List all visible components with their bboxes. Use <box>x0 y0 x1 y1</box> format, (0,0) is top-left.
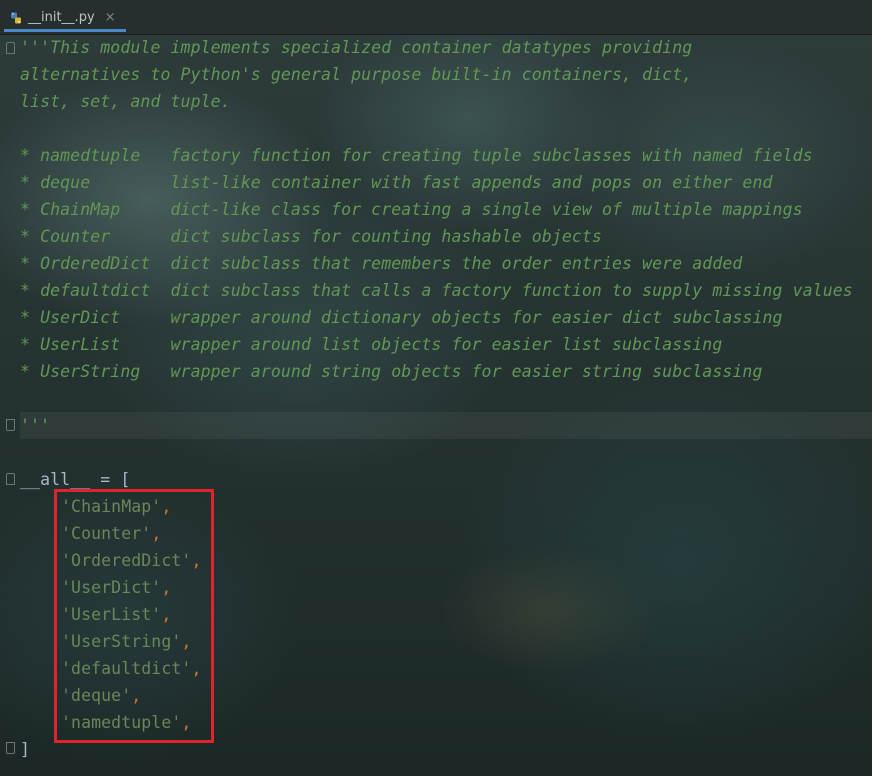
code-line: * ChainMap dict-like class for creating … <box>20 200 803 219</box>
code-line: * OrderedDict dict subclass that remembe… <box>20 254 743 273</box>
close-tab-icon[interactable]: × <box>105 10 116 25</box>
code-fold-icon[interactable] <box>6 419 15 431</box>
code-line: list, set, and tuple. <box>20 92 231 111</box>
code-line: * deque list-like container with fast ap… <box>20 173 773 192</box>
code-fold-icon[interactable] <box>6 42 15 54</box>
code-line: * namedtuple factory function for creati… <box>20 146 813 165</box>
code-fold-icon[interactable] <box>6 473 15 485</box>
tab-filename: __init__.py <box>28 10 95 25</box>
current-line-highlight <box>20 412 872 439</box>
annotation-highlight-box <box>54 489 214 743</box>
code-editor[interactable]: '''This module implements specialized co… <box>0 34 872 776</box>
code-line: ''' <box>20 416 51 435</box>
code-fold-icon[interactable] <box>6 742 15 754</box>
code-line: '''This module implements specialized co… <box>20 38 693 57</box>
editor-tab-bar: __init__.py × <box>0 0 872 35</box>
code-line: * Counter dict subclass for counting has… <box>20 227 602 246</box>
code-line: ] <box>20 740 31 759</box>
code-line: * UserString wrapper around string objec… <box>20 362 763 381</box>
ide-window: __init__.py × '''This module implements … <box>0 0 872 776</box>
code-line: * UserList wrapper around list objects f… <box>20 335 723 354</box>
tab-init-py[interactable]: __init__.py × <box>4 6 126 32</box>
python-file-icon <box>10 12 22 24</box>
code-line: * defaultdict dict subclass that calls a… <box>20 281 853 300</box>
code-line: alternatives to Python's general purpose… <box>20 65 693 84</box>
code-line: * UserDict wrapper around dictionary obj… <box>20 308 783 327</box>
